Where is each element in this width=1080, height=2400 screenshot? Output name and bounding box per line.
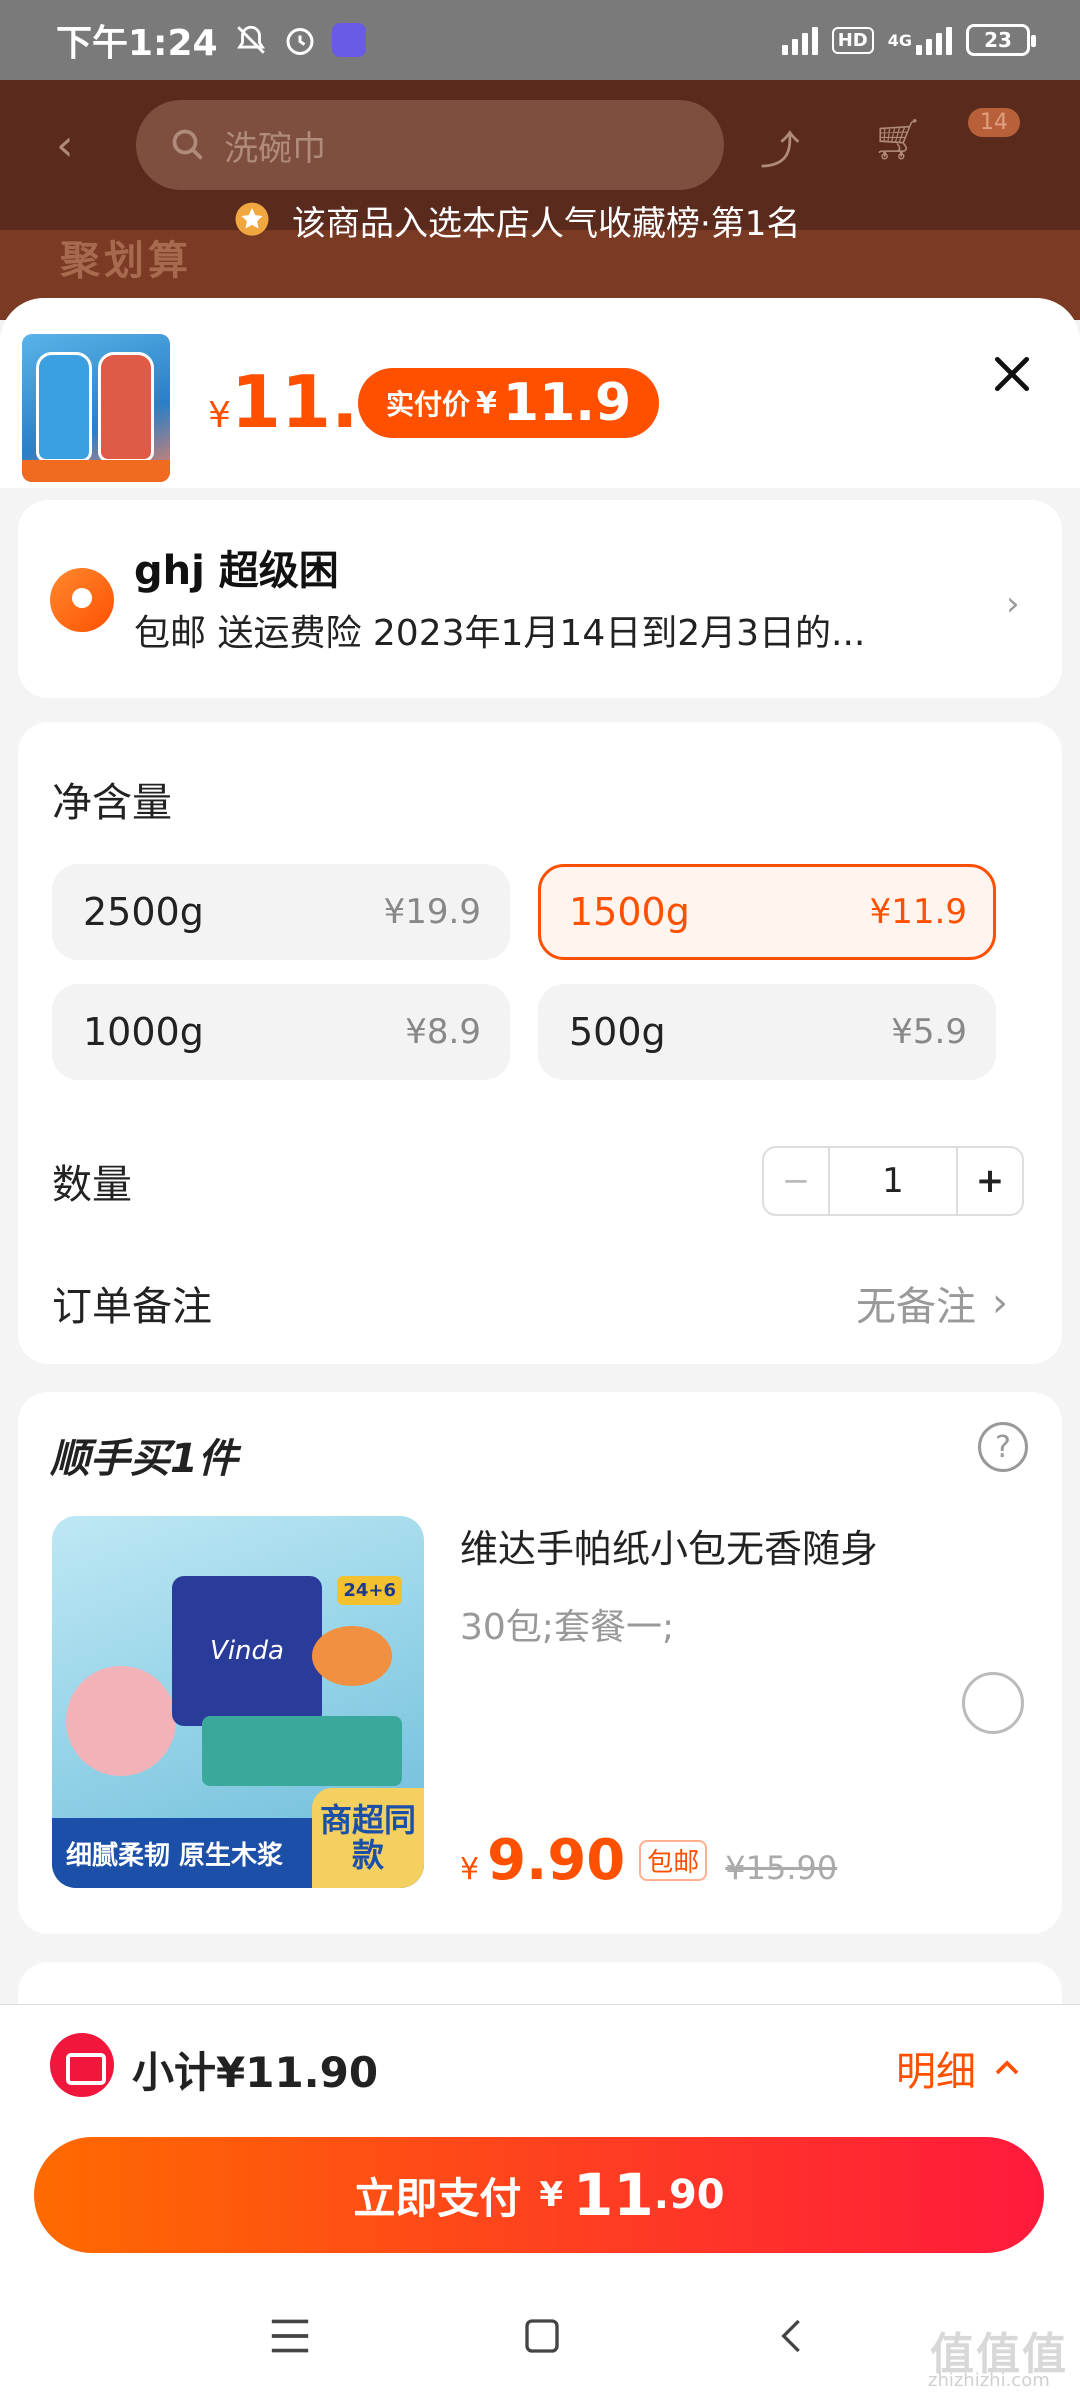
address-name: ghj 超级困 xyxy=(134,548,339,594)
product-thumbnail[interactable] xyxy=(22,334,170,482)
sku-header: ¥ 11.9 实付价 ¥ 11.9 xyxy=(0,298,1080,488)
hd-indicator: HD xyxy=(831,26,874,54)
rank-banner: 该商品入选本店人气收藏榜·第1名 xyxy=(230,196,800,245)
status-bar: 下午1:24 HD 4G 23 xyxy=(0,0,1080,80)
medal-icon xyxy=(235,202,269,236)
price-detail-toggle[interactable]: 明细 xyxy=(896,2039,1022,2097)
mute-bell-icon xyxy=(236,25,265,54)
spec-option-2500g[interactable]: 2500g ¥19.9 xyxy=(52,864,510,960)
alarm-icon xyxy=(286,28,314,55)
shopping-app-icon xyxy=(331,23,366,57)
spec-option-1000g[interactable]: 1000g ¥8.9 xyxy=(52,984,510,1080)
watermark-url: zhizhizhi.com xyxy=(928,2370,1050,2391)
network-type: 4G xyxy=(887,30,912,50)
detail-label: 明细 xyxy=(896,2049,976,2095)
back-icon[interactable] xyxy=(772,2316,812,2356)
home-icon[interactable] xyxy=(522,2316,562,2356)
option-price: ¥8.9 xyxy=(405,1012,481,1052)
pay-label: 立即支付 xyxy=(353,2173,522,2223)
chevron-up-icon xyxy=(995,2060,1019,2075)
addon-price: ¥ 9.90 包邮 ¥15.90 xyxy=(460,1828,837,1893)
quantity-label: 数量 xyxy=(52,1162,132,1208)
pay-amount-int: 11 xyxy=(573,2161,654,2229)
back-arrow-icon[interactable]: ‹ xyxy=(56,120,74,171)
addon-select-radio[interactable] xyxy=(962,1672,1024,1734)
option-price: ¥11.9 xyxy=(869,892,967,932)
share-icon[interactable]: ⤴ xyxy=(760,118,800,176)
order-note-row[interactable]: 无备注 › xyxy=(856,1274,1008,1332)
paid-currency: ¥ xyxy=(476,385,497,421)
search-icon xyxy=(172,129,203,160)
option-name: 1500g xyxy=(569,890,690,934)
addon-product-name[interactable]: 维达手帕纸小包无香随身 xyxy=(460,1518,878,1573)
address-detail: 包邮 送运费险 2023年1月14日到2月3日的... xyxy=(134,613,866,654)
location-pin-icon xyxy=(50,568,114,632)
paid-price-pill: 实付价 ¥ 11.9 xyxy=(358,368,660,438)
chevron-right-icon: › xyxy=(992,1280,1008,1326)
coupon-icon xyxy=(50,2033,114,2097)
subtotal: 小计¥11.90 xyxy=(132,2048,379,2097)
option-price: ¥5.9 xyxy=(891,1012,967,1052)
paid-label: 实付价 xyxy=(386,388,471,421)
checkout-footer: 小计¥11.90 明细 立即支付 ¥ 11.90 xyxy=(0,2004,1080,2272)
quantity-stepper: − 1 + xyxy=(762,1146,1024,1216)
paid-price: 11.9 xyxy=(502,373,632,433)
spec-title: 净含量 xyxy=(52,780,172,826)
battery-icon: 23 xyxy=(966,24,1036,56)
spec-option-1500g-selected[interactable]: 1500g ¥11.9 xyxy=(538,864,996,960)
image-badge: 24+6 xyxy=(337,1576,402,1605)
cart-icon[interactable]: 🛒︎ xyxy=(872,116,923,163)
addon-title: 顺手买1件 xyxy=(50,1436,238,1482)
option-name: 2500g xyxy=(83,890,204,934)
order-note-value: 无备注 xyxy=(856,1284,976,1330)
image-brand: Vinda xyxy=(172,1576,322,1726)
quantity-input[interactable]: 1 xyxy=(830,1148,956,1214)
addon-product-image[interactable]: Vinda 24+6 细腻柔韧 原生木浆 商超同款 xyxy=(52,1516,424,1888)
price-currency: ¥ xyxy=(460,1852,480,1887)
cart-count-badge: 14 xyxy=(968,108,1020,137)
status-time: 下午1:24 xyxy=(56,23,218,64)
background-search-bar[interactable]: 洗碗巾 xyxy=(136,100,724,190)
addon-product-spec: 30包;套餐一; xyxy=(460,1607,675,1648)
search-text: 洗碗巾 xyxy=(224,128,326,169)
wifi-signal-icon xyxy=(781,25,818,55)
cell-signal-icon xyxy=(916,25,952,55)
menu-icon[interactable] xyxy=(268,2316,312,2356)
pay-currency: ¥ xyxy=(539,2175,564,2215)
option-name: 500g xyxy=(569,1010,666,1054)
spec-card: 净含量 2500g ¥19.9 1500g ¥11.9 1000g ¥8.9 5… xyxy=(18,722,1062,1364)
image-tag: 商超同款 xyxy=(312,1788,424,1888)
close-icon[interactable] xyxy=(990,352,1034,396)
spec-option-500g[interactable]: 500g ¥5.9 xyxy=(538,984,996,1080)
chevron-right-icon: › xyxy=(1006,584,1020,624)
option-name: 1000g xyxy=(83,1010,204,1054)
pay-now-button[interactable]: 立即支付 ¥ 11.90 xyxy=(34,2137,1044,2253)
option-price: ¥19.9 xyxy=(383,892,481,932)
help-icon[interactable]: ? xyxy=(978,1422,1028,1472)
addon-card: 顺手买1件 ? Vinda 24+6 细腻柔韧 原生木浆 商超同款 维达手帕纸小… xyxy=(18,1392,1062,1934)
price-currency: ¥ xyxy=(208,395,231,436)
decrease-button[interactable]: − xyxy=(764,1148,830,1214)
price-value: 9.90 xyxy=(487,1828,626,1893)
rank-text: 该商品入选本店人气收藏榜·第1名 xyxy=(292,204,801,244)
order-note-label: 订单备注 xyxy=(52,1284,212,1330)
increase-button[interactable]: + xyxy=(956,1148,1022,1214)
background-promo-text: 聚划算 xyxy=(60,238,192,284)
system-nav-bar xyxy=(0,2272,1080,2400)
address-card[interactable]: ghj 超级困 包邮 送运费险 2023年1月14日到2月3日的... › xyxy=(18,500,1062,698)
free-shipping-tag: 包邮 xyxy=(639,1840,708,1881)
pay-amount-dec: .90 xyxy=(653,2172,725,2218)
original-price: ¥15.90 xyxy=(725,1849,838,1887)
